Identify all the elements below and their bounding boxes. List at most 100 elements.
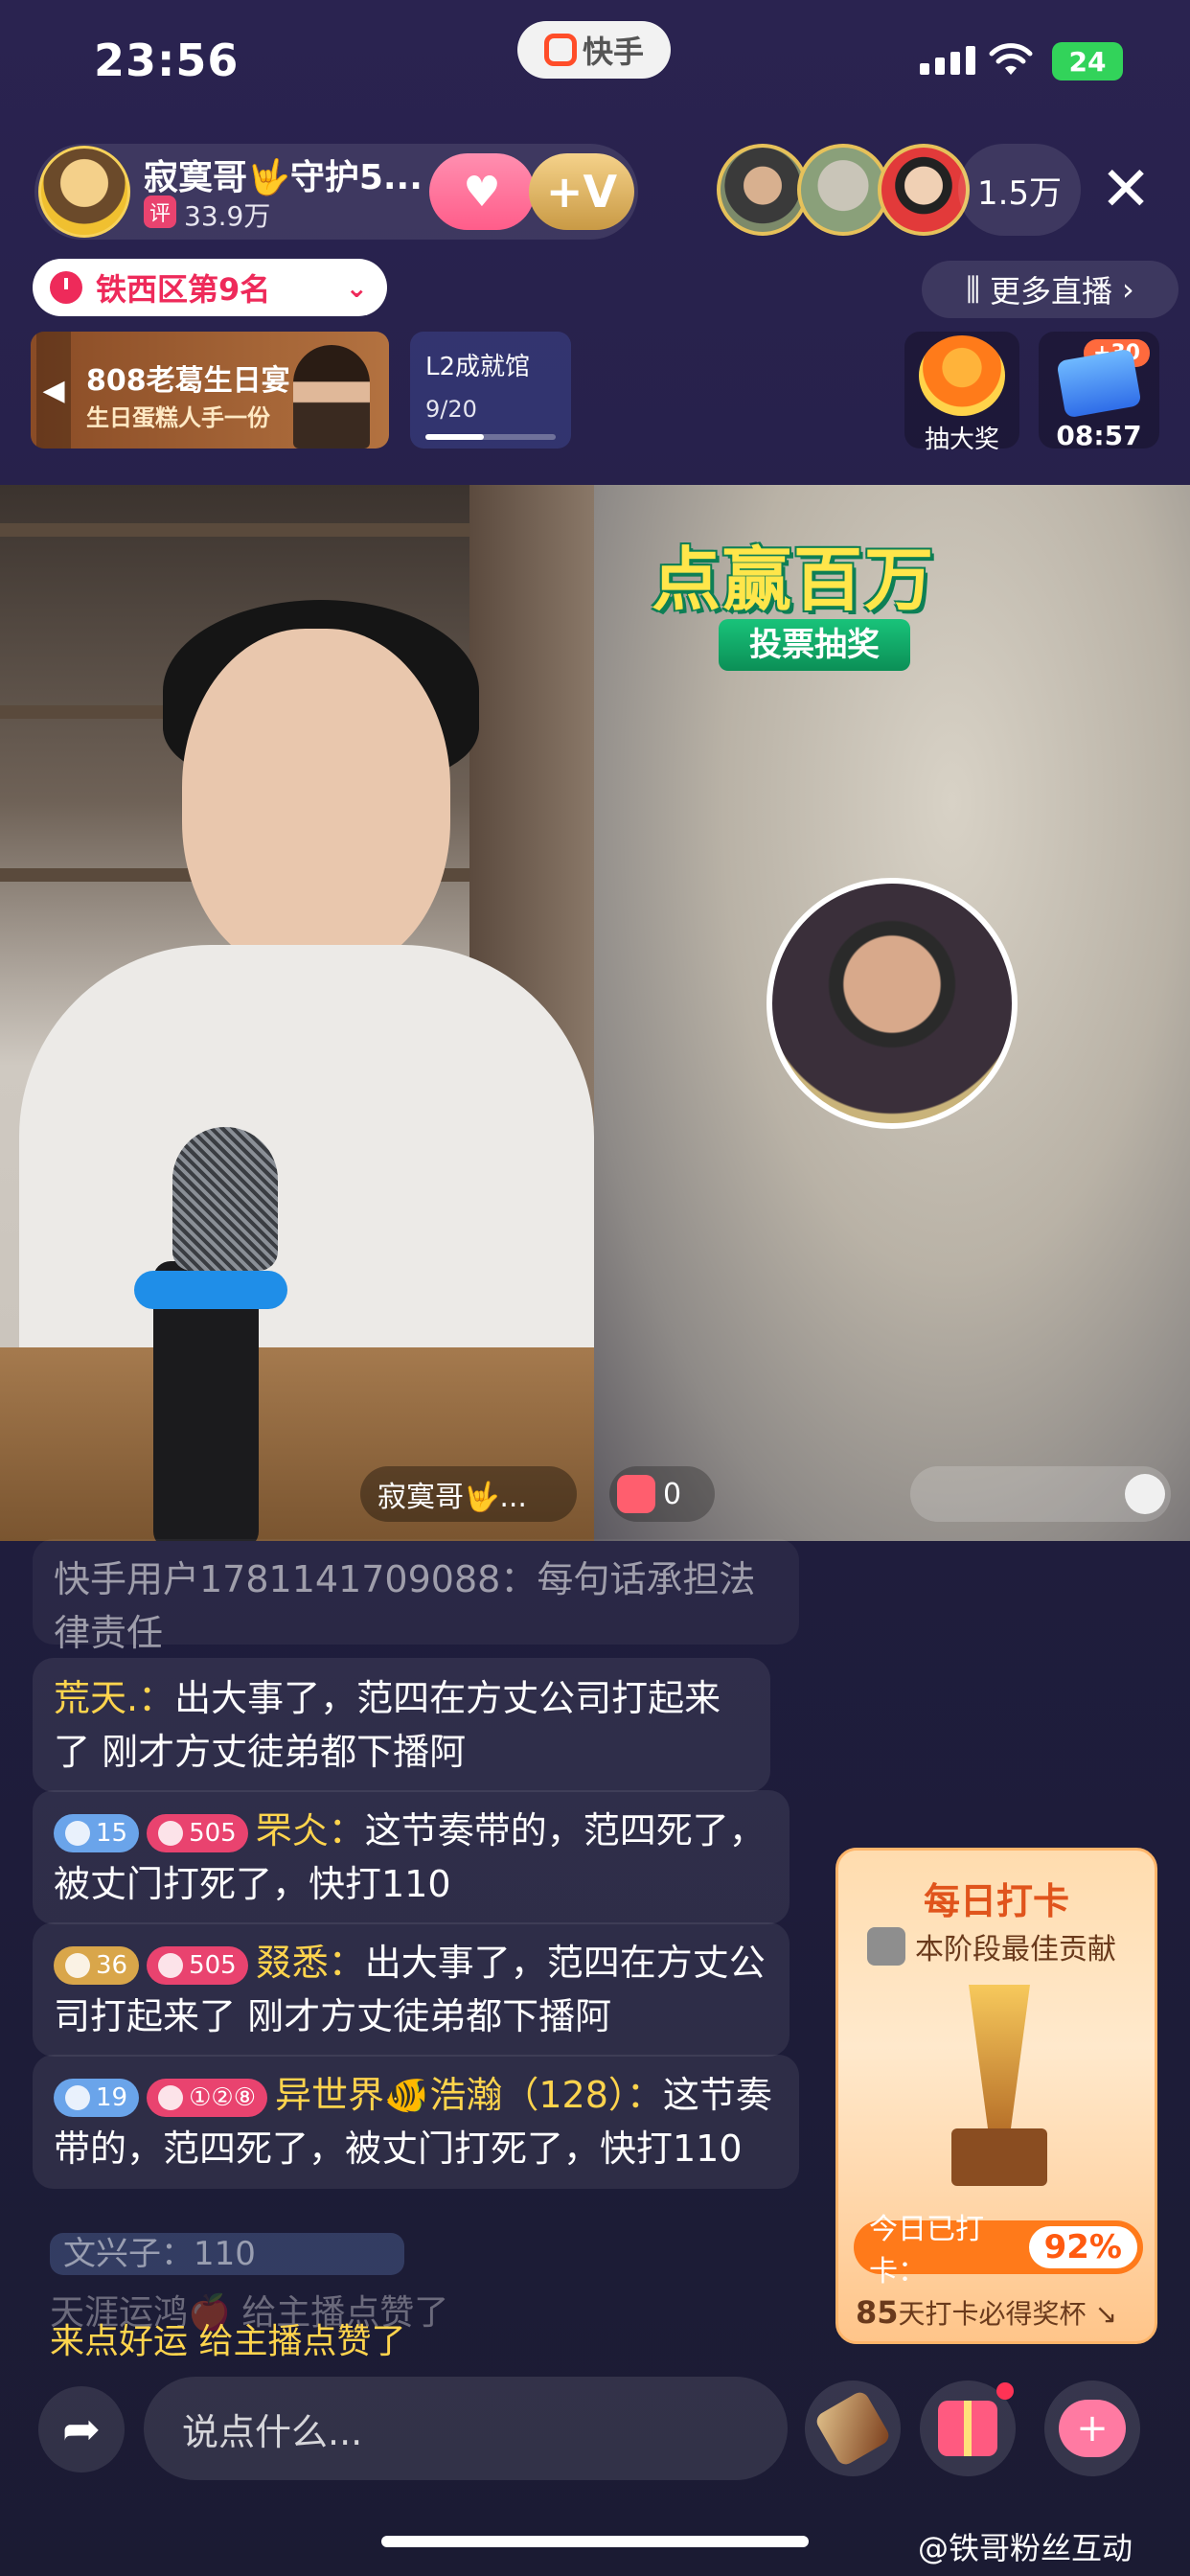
microphone-icon <box>172 1127 278 1271</box>
medal-icon <box>158 2085 184 2110</box>
timed-gift-button[interactable]: +30 08:57 <box>1039 332 1159 451</box>
banner-subtitle: 生日蛋糕人手一份 <box>86 404 270 431</box>
home-indicator[interactable] <box>381 2536 809 2547</box>
gift-count-value: 0 <box>663 1477 682 1511</box>
lucky-draw-icon <box>919 335 1005 416</box>
gift-timer: 08:57 <box>1056 420 1142 451</box>
comment-item[interactable]: 快手用户1781141709088：每句话承担法律责任 <box>33 1539 799 1654</box>
viewer-count[interactable]: 1.5万 <box>958 144 1081 236</box>
plus-v-button[interactable]: +V <box>529 153 634 230</box>
gift-box-icon <box>938 2401 997 2456</box>
caret-left-icon: ◀ <box>36 332 71 448</box>
rating-badge: 评 <box>144 196 176 228</box>
close-icon[interactable]: ✕ <box>1092 153 1159 226</box>
viewer-avatar-3[interactable] <box>878 144 970 236</box>
host-video-name-tag[interactable]: 寂寞哥🤟... <box>360 1466 577 1522</box>
guest-avatar[interactable] <box>767 878 1018 1129</box>
comment-item-fading: 文兴子：110 <box>50 2233 404 2275</box>
checkin-today-label: 今日已打卡： <box>869 2213 984 2288</box>
contributor-avatar <box>867 1927 905 1966</box>
comment-input[interactable]: 说点什么... <box>144 2377 788 2480</box>
microphone-ring <box>134 1271 287 1309</box>
achievement-title: L2成就馆 <box>425 353 531 381</box>
status-time: 23:56 <box>94 34 240 86</box>
comment-item[interactable]: 36 505 叕悉：出大事了，范四在方丈公司打起来了 刚才方丈徒弟都下播阿 <box>33 1922 790 2057</box>
share-button[interactable]: ➦ <box>38 2386 125 2472</box>
follow-heart-button[interactable]: ♥ <box>429 153 535 230</box>
comment-user: 荒天.： <box>54 1677 175 1719</box>
viewer-avatar-1[interactable] <box>717 144 809 236</box>
promo-title: 点赢百万 <box>652 540 936 620</box>
guitar-icon <box>813 2389 892 2468</box>
medal-icon <box>158 1821 184 1846</box>
notification-dot <box>996 2382 1014 2400</box>
achievement-progress-text: 9/20 <box>425 396 477 423</box>
battery-icon: 24 <box>1052 42 1123 80</box>
guest-info-pill[interactable] <box>910 1466 1171 1522</box>
comment-user: 罘仌： <box>255 1809 365 1852</box>
like-notice: 来点好运 给主播点赞了 <box>50 2322 406 2361</box>
expand-arrow-icon: ↘ <box>1094 2298 1117 2330</box>
comment-item[interactable]: 19 ①②⑧ 异世界🐠浩瀚（128）：这节奏带的，范四死了，被丈门打死了，快打110 <box>33 2055 799 2189</box>
host-name: 寂寞哥🤟守护5... <box>144 158 423 197</box>
honor-badge: 505 <box>147 1945 248 1985</box>
rank-label: 铁西区第9名 <box>96 271 271 308</box>
gift-package-icon <box>1056 348 1142 419</box>
host-avatar[interactable] <box>38 146 130 238</box>
checkin-progress: 今日已打卡： 92% <box>854 2213 1143 2288</box>
honor-badge: ①②⑧ <box>147 2078 268 2117</box>
medal-icon <box>158 1953 184 1978</box>
trophy-icon <box>951 1985 1047 2196</box>
guest-video-stream[interactable]: 点赢百万 投票抽奖 <box>594 485 1190 1541</box>
diamond-icon <box>65 1821 90 1846</box>
comment-user: 异世界🐠浩瀚（128）： <box>275 2074 663 2116</box>
guest-small-avatar <box>1125 1474 1165 1514</box>
host-fan-count: 33.9万 <box>184 200 271 232</box>
guitar-gift-button[interactable] <box>805 2380 901 2476</box>
chevron-down-icon: ⌄ <box>345 271 368 304</box>
promo-subtitle: 投票抽奖 <box>719 619 910 671</box>
clock-icon <box>50 271 82 304</box>
app-indicator: 快手 <box>517 21 671 79</box>
rank-pill[interactable]: 铁西区第9名 ⌄ <box>33 259 387 316</box>
fan-level-badge: 15 <box>54 1813 140 1852</box>
achievement-progress-bar <box>425 434 556 440</box>
lucky-draw-button[interactable]: 抽大奖 <box>904 332 1019 454</box>
more-live-label: 更多直播 <box>989 273 1112 310</box>
checkin-percent: 92% <box>1028 2226 1137 2268</box>
host-video-stream[interactable] <box>0 485 594 1541</box>
daily-checkin-card[interactable]: 每日打卡 本阶段最佳贡献 今日已打卡： 92% 85天打卡必得奖杯 ↘ <box>835 1848 1157 2344</box>
fan-level-badge: 36 <box>54 1945 140 1985</box>
banner-person-image <box>293 345 370 448</box>
vote-lottery-promo[interactable]: 点赢百万 投票抽奖 <box>652 514 968 696</box>
diamond-icon <box>65 2085 90 2110</box>
weibo-watermark: @铁哥粉丝互动 <box>918 2530 1133 2566</box>
comment-item[interactable]: 15 505 罘仌：这节奏带的，范四死了，被丈门打死了，快打110 <box>33 1790 790 1924</box>
lucky-draw-label: 抽大奖 <box>924 426 999 454</box>
heart-plus-icon: ♥ <box>463 167 501 217</box>
wifi-icon <box>989 43 1033 75</box>
checkin-subtitle: 本阶段最佳贡献 <box>867 1925 1116 1967</box>
app-name: 快手 <box>582 34 644 70</box>
diamond-icon <box>65 1953 90 1978</box>
comment-user: 快手用户1781141709088： <box>54 1558 538 1600</box>
gift-icon <box>617 1475 655 1513</box>
event-banner[interactable]: ◀ 808老葛生日宴 生日蛋糕人手一份 <box>31 332 389 448</box>
viewer-avatar-2[interactable] <box>797 144 889 236</box>
share-arrow-icon: ➦ <box>61 2403 102 2456</box>
achievement-panel[interactable]: L2成就馆 9/20 <box>410 332 571 448</box>
chevron-right-icon: › <box>1121 271 1134 308</box>
checkin-title: 每日打卡 <box>923 1880 1069 1922</box>
more-live-button[interactable]: ⫼ 更多直播 › <box>922 261 1179 318</box>
bars-icon: ⫼ <box>966 270 980 308</box>
host-face <box>182 629 450 974</box>
heart-icon: + <box>1059 2400 1126 2457</box>
checkin-footer: 85天打卡必得奖杯 ↘ <box>856 2294 1117 2331</box>
banner-title: 808老葛生日宴 <box>86 364 290 398</box>
guest-gift-count[interactable]: 0 <box>609 1466 715 1522</box>
comment-item[interactable]: 荒天.：出大事了，范四在方丈公司打起来了 刚才方丈徒弟都下播阿 <box>33 1658 770 1792</box>
comment-user: 叕悉： <box>255 1942 365 1984</box>
like-button[interactable]: + <box>1044 2380 1140 2476</box>
kuaishou-logo-icon <box>543 34 577 66</box>
cellular-signal-icon <box>920 46 975 75</box>
